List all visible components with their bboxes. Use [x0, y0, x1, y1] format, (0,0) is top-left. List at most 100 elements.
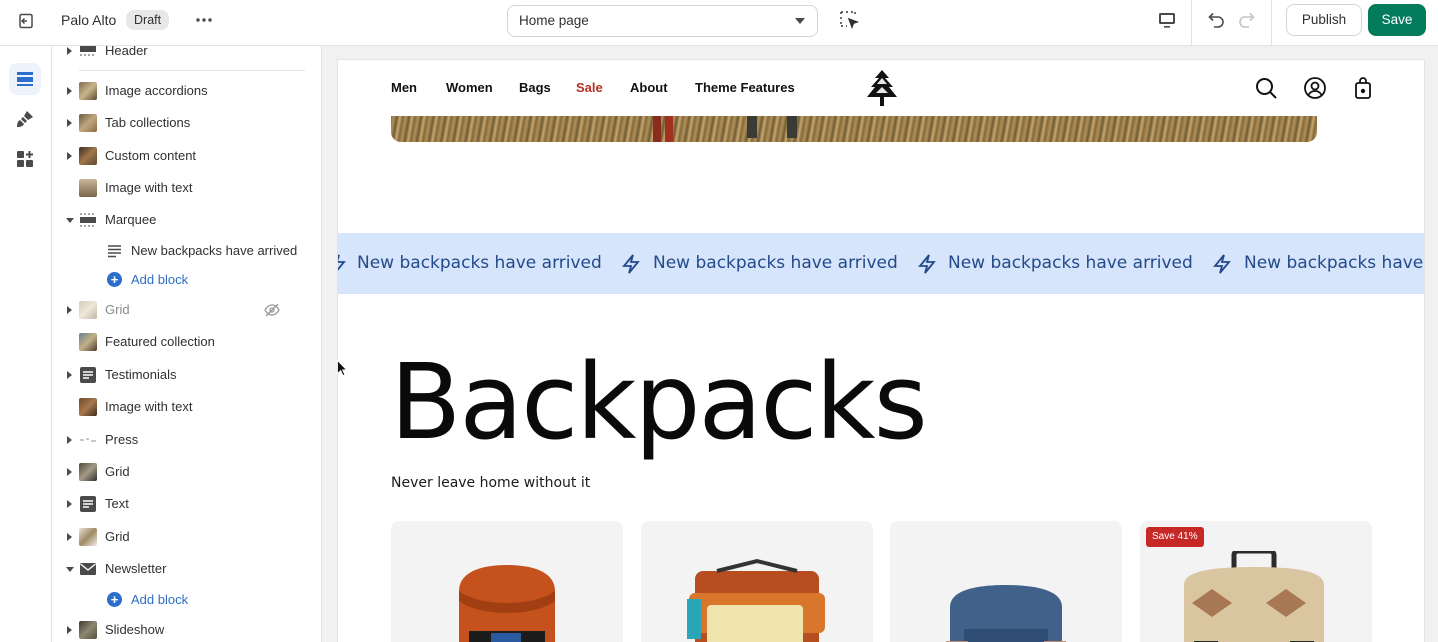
store-logo-tree-icon[interactable] — [864, 69, 900, 107]
section-custom-content[interactable]: Custom content — [52, 141, 321, 171]
sections-icon — [17, 72, 33, 86]
product-image — [946, 585, 1066, 642]
section-thumbnail — [79, 82, 97, 100]
section-grid-2[interactable]: Grid — [52, 457, 321, 487]
product-image — [1184, 551, 1324, 642]
envelope-icon — [80, 563, 96, 575]
section-thumbnail — [79, 528, 97, 546]
device-preview-button[interactable] — [1156, 9, 1178, 31]
block-label: New backpacks have arrived — [131, 243, 298, 258]
exit-icon — [19, 13, 33, 29]
product-card[interactable] — [391, 521, 623, 642]
add-block-button[interactable]: + Add block — [52, 266, 321, 294]
add-block-button[interactable]: + Add block — [52, 586, 321, 614]
chevron-down-icon — [66, 567, 74, 572]
section-image-accordions[interactable]: Image accordions — [52, 76, 321, 106]
undo-icon — [1208, 12, 1224, 28]
mouse-cursor-icon — [337, 360, 347, 376]
publish-button[interactable]: Publish — [1286, 4, 1362, 36]
paintbrush-icon — [17, 111, 33, 127]
nav-link-men[interactable]: Men — [391, 80, 417, 95]
section-thumbnail — [79, 463, 97, 481]
save-button[interactable]: Save — [1368, 4, 1426, 36]
section-header[interactable]: Header — [52, 46, 321, 66]
press-logos-icon — [80, 438, 96, 442]
section-label: Tab collections — [105, 115, 191, 130]
section-thumbnail — [79, 621, 97, 639]
section-image-with-text[interactable]: Image with text — [52, 173, 321, 203]
product-image — [459, 565, 555, 642]
marquee-text: New backpacks have arrived — [1244, 253, 1424, 273]
sections-sidebar: Header Image accordions Tab collections … — [52, 46, 322, 642]
undo-button[interactable] — [1204, 9, 1226, 31]
select-cursor-icon — [840, 11, 860, 29]
chevron-right-icon — [67, 152, 72, 160]
hero-image — [391, 116, 1317, 142]
nav-link-bags[interactable]: Bags — [519, 80, 551, 95]
chevron-right-icon — [67, 47, 72, 55]
collection-subheading: Never leave home without it — [391, 475, 591, 491]
marquee-section-icon — [80, 213, 96, 227]
section-tab-collections[interactable]: Tab collections — [52, 108, 321, 138]
section-label: Image with text — [105, 399, 193, 414]
section-thumbnail — [79, 333, 97, 351]
testimonials-section-icon — [80, 367, 96, 383]
divider — [79, 70, 305, 71]
section-grid-hidden[interactable]: Grid — [52, 295, 321, 325]
app-embeds-tab[interactable] — [9, 143, 41, 175]
chevron-right-icon — [67, 500, 72, 508]
storefront-preview[interactable]: Men Women Bags Sale About Theme Features… — [337, 59, 1425, 642]
eye-hidden-icon[interactable] — [264, 302, 280, 318]
nav-link-about[interactable]: About — [630, 80, 668, 95]
divider — [1191, 0, 1192, 46]
marquee-text: New backpacks have arrived — [948, 253, 1193, 273]
section-label: Text — [105, 496, 129, 511]
chevron-right-icon — [67, 436, 72, 444]
section-thumbnail — [79, 147, 97, 165]
plus-circle-icon: + — [107, 272, 122, 287]
sections-tab[interactable] — [9, 63, 41, 95]
section-text[interactable]: Text — [52, 489, 321, 519]
section-thumbnail — [79, 179, 97, 197]
section-slideshow[interactable]: Slideshow — [52, 615, 321, 642]
page-selector[interactable]: Home page — [507, 5, 818, 37]
section-label: Press — [105, 432, 139, 447]
add-block-label: Add block — [131, 592, 189, 607]
inspector-button[interactable] — [838, 9, 860, 31]
section-label: Grid — [105, 302, 130, 317]
section-label: Featured collection — [105, 334, 215, 349]
more-actions-button[interactable] — [192, 9, 216, 31]
section-marquee[interactable]: Marquee — [52, 205, 321, 235]
section-featured-collection[interactable]: Featured collection — [52, 327, 321, 357]
product-card[interactable] — [890, 521, 1122, 642]
section-press[interactable]: Press — [52, 425, 321, 455]
lightning-icon — [918, 254, 936, 274]
section-testimonials[interactable]: Testimonials — [52, 360, 321, 390]
exit-editor-button[interactable] — [12, 9, 40, 33]
store-name: Palo Alto — [61, 12, 117, 28]
account-icon[interactable] — [1303, 76, 1327, 100]
block-marquee-text[interactable]: New backpacks have arrived — [52, 237, 321, 265]
nav-link-sale[interactable]: Sale — [576, 80, 603, 95]
section-label: Header — [105, 46, 148, 58]
section-newsletter[interactable]: Newsletter — [52, 554, 321, 584]
section-grid-3[interactable]: Grid — [52, 522, 321, 552]
desktop-icon — [1159, 13, 1175, 28]
theme-settings-tab[interactable] — [9, 103, 41, 135]
search-icon[interactable] — [1254, 76, 1278, 100]
lightning-icon — [338, 254, 346, 271]
divider — [1271, 0, 1272, 46]
product-image — [687, 558, 825, 642]
redo-button[interactable] — [1237, 9, 1259, 31]
section-image-with-text-2[interactable]: Image with text — [52, 392, 321, 422]
product-card[interactable] — [641, 521, 873, 642]
product-card[interactable]: Save 41% — [1140, 521, 1372, 642]
apps-icon — [17, 151, 33, 167]
lightning-icon — [1213, 254, 1231, 274]
ellipsis-icon — [196, 18, 212, 22]
nav-link-women[interactable]: Women — [446, 80, 493, 95]
add-block-label: Add block — [131, 272, 189, 287]
chevron-right-icon — [67, 533, 72, 541]
nav-link-theme-features[interactable]: Theme Features — [695, 80, 795, 95]
cart-bag-icon[interactable] — [1351, 76, 1375, 100]
